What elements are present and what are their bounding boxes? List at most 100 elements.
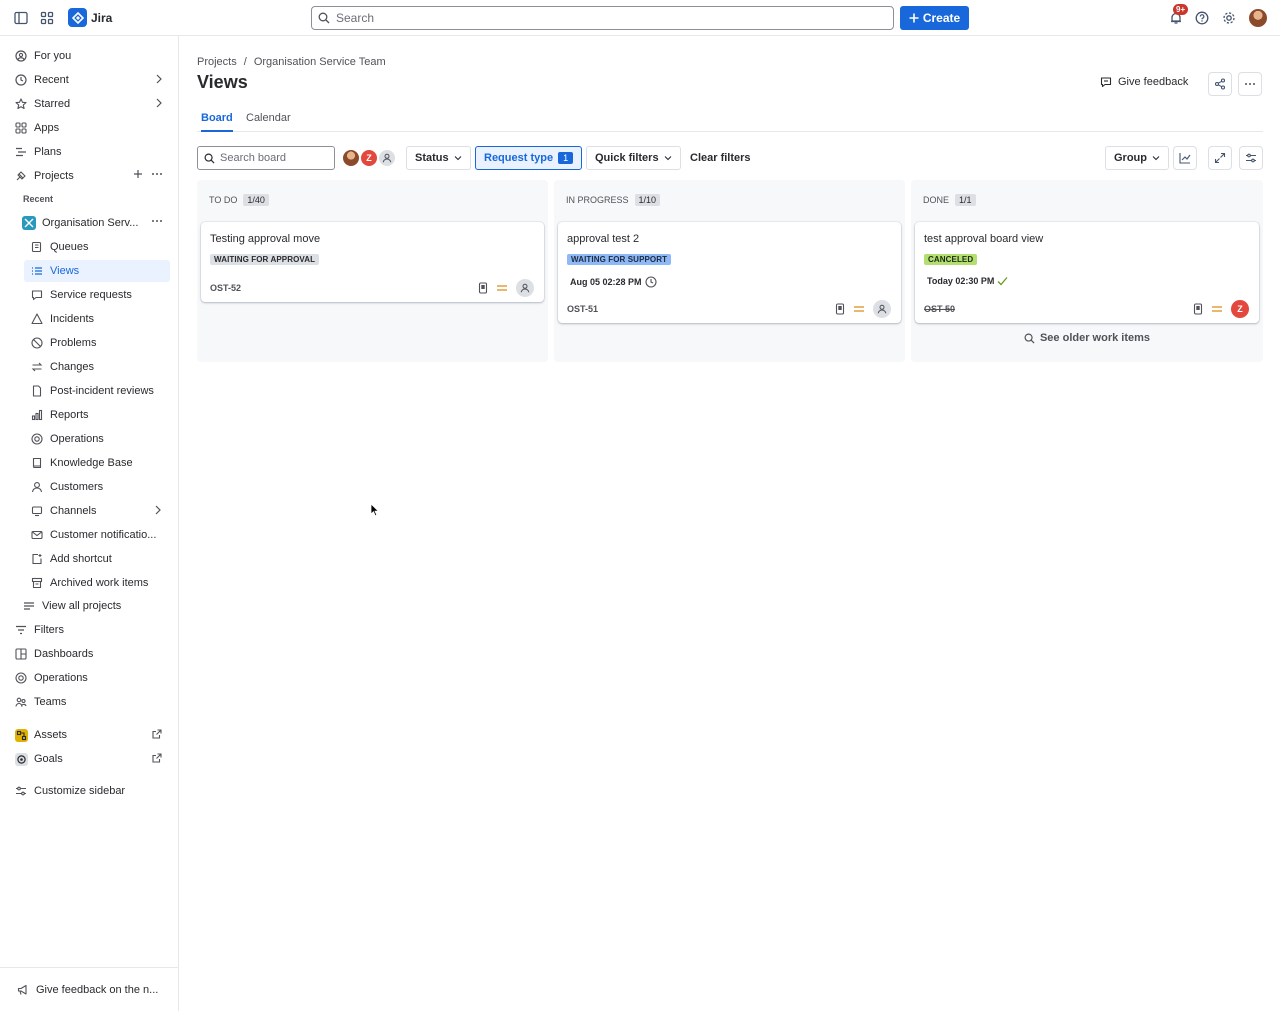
column-header: IN PROGRESS 1/10 [566,194,661,206]
breadcrumb-separator: / [243,56,247,68]
sidebar-project-organisation-service-team[interactable]: Organisation Serv... [16,212,171,234]
more-options-icon[interactable] [151,169,163,179]
service-requests-icon [30,288,44,302]
view-settings-button[interactable] [1239,146,1263,170]
recent-section-header: Recent [23,194,54,204]
sidebar-item-changes[interactable]: Changes [24,356,170,378]
sidebar-item-service-requests[interactable]: Service requests [24,284,170,306]
tab-board[interactable]: Board [201,112,233,132]
sidebar-item-post-incident-reviews[interactable]: Post-incident reviews [24,380,170,402]
share-button[interactable] [1208,72,1232,96]
priority-medium-icon [496,284,508,292]
global-search[interactable] [311,6,894,30]
sidebar-item-plans[interactable]: Plans [8,141,171,163]
top-navigation-bar: Jira Create 9+ [0,0,1280,36]
sidebar-item-customize-sidebar[interactable]: Customize sidebar [8,780,171,802]
customers-icon [30,480,44,494]
sidebar-item-apps[interactable]: Apps [8,117,171,139]
request-type-filter-button[interactable]: Request type 1 [475,146,583,170]
sidebar-item-add-shortcut[interactable]: Add shortcut [24,548,170,570]
insights-button[interactable] [1173,146,1197,170]
plus-icon [909,13,919,23]
board-search[interactable] [197,146,335,170]
fullscreen-button[interactable] [1208,146,1232,170]
jira-logo-icon[interactable] [68,8,87,27]
clear-filters-button[interactable]: Clear filters [690,146,751,170]
share-icon [1214,78,1226,90]
sidebar-toggle-icon[interactable] [12,9,30,27]
sidebar-item-incidents[interactable]: Incidents [24,308,170,330]
card-key: OST-52 [210,283,242,293]
sidebar-item-filters[interactable]: Filters [8,619,171,641]
column-header: DONE 1/1 [923,194,976,206]
chart-line-icon [1179,152,1191,164]
priority-medium-icon [1211,305,1223,313]
avatar-filter-user[interactable] [342,149,360,167]
sidebar-item-queues[interactable]: Queues [24,236,170,258]
breadcrumb-project[interactable]: Organisation Service Team [254,56,386,68]
sidebar-item-views[interactable]: Views [24,260,170,282]
sidebar-item-label: Customize sidebar [34,785,126,797]
sidebar-item-customers[interactable]: Customers [24,476,170,498]
sidebar-item-problems[interactable]: Problems [24,332,170,354]
assignee-avatar[interactable]: Z [1231,300,1249,318]
sidebar-item-view-all-projects[interactable]: View all projects [16,595,171,617]
sidebar-item-projects[interactable]: Projects [8,165,171,187]
sidebar-item-operations-global[interactable]: Operations [8,667,171,689]
board-toolbar: Z Status Request type 1 Quick filters Cl… [197,146,1263,170]
sidebar-item-label: Operations [34,672,88,684]
sidebar-item-label: Dashboards [34,648,94,660]
sidebar-item-assets[interactable]: Assets [8,724,171,746]
give-feedback-button[interactable]: Give feedback [1100,76,1188,88]
post-incident-icon [30,384,44,398]
help-icon[interactable] [1193,9,1211,27]
sidebar-item-channels[interactable]: Channels [24,500,170,522]
work-item-card[interactable]: approval test 2 WAITING FOR SUPPORT Aug … [558,222,901,323]
quick-filters-label: Quick filters [595,152,659,164]
sidebar-item-goals[interactable]: Goals [8,748,171,770]
sidebar-item-reports[interactable]: Reports [24,404,170,426]
breadcrumb-projects[interactable]: Projects [197,56,237,68]
app-switcher-icon[interactable] [38,9,56,27]
quick-filters-button[interactable]: Quick filters [586,146,681,170]
create-button[interactable]: Create [900,6,969,30]
settings-gear-icon[interactable] [1220,9,1238,27]
project-more-icon[interactable] [151,216,163,226]
group-button[interactable]: Group [1105,146,1169,170]
external-link-icon [152,729,162,739]
sidebar-item-customer-notifications[interactable]: Customer notificatio... [24,524,170,546]
sidebar-item-starred[interactable]: Starred [8,93,171,115]
see-older-work-items-link[interactable]: See older work items [911,332,1263,344]
work-item-card[interactable]: test approval board view CANCELED Today … [915,222,1259,323]
unassigned-avatar-icon[interactable] [516,279,534,297]
more-actions-button[interactable] [1238,72,1262,96]
sidebar-item-dashboards[interactable]: Dashboards [8,643,171,665]
chevron-down-icon [664,155,672,161]
projects-icon [14,169,28,183]
avatar-filter-unassigned[interactable] [378,149,396,167]
chevron-right-icon[interactable] [154,505,162,515]
avatar-filter-z[interactable]: Z [360,149,378,167]
app-name[interactable]: Jira [91,11,112,25]
unassigned-avatar-icon[interactable] [873,300,891,318]
project-avatar-icon [22,216,36,230]
operations-icon [30,432,44,446]
sidebar-item-for-you[interactable]: For you [8,45,171,67]
board-search-input[interactable] [220,152,320,164]
work-item-card[interactable]: Testing approval move WAITING FOR APPROV… [201,222,544,302]
sidebar-item-label: Starred [34,98,71,110]
add-shortcut-icon [30,552,44,566]
search-input[interactable] [336,11,893,25]
chevron-right-icon [155,74,163,84]
tab-calendar[interactable]: Calendar [246,112,291,132]
chevron-right-icon [155,98,163,108]
sidebar-item-knowledge-base[interactable]: Knowledge Base [24,452,170,474]
user-avatar[interactable] [1249,9,1267,27]
add-project-icon[interactable] [133,169,143,179]
sidebar-item-teams[interactable]: Teams [8,691,171,713]
status-filter-button[interactable]: Status [406,146,471,170]
sidebar-item-archived-work-items[interactable]: Archived work items [24,572,170,594]
give-feedback-nav-button[interactable]: Give feedback on the n... [10,979,173,1001]
sidebar-item-recent[interactable]: Recent [8,69,171,91]
sidebar-item-operations[interactable]: Operations [24,428,170,450]
